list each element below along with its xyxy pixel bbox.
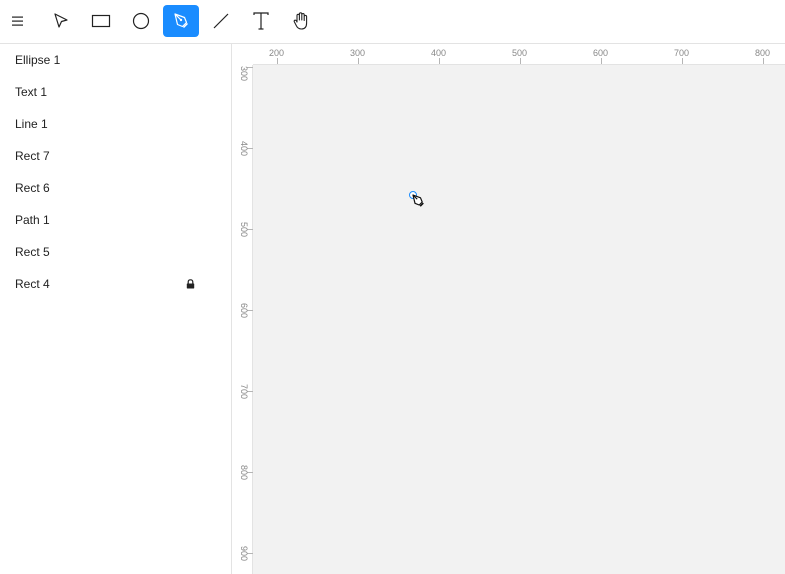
ruler-tick (763, 58, 764, 64)
layer-item[interactable]: Rect 4 (0, 268, 231, 300)
menu-button[interactable] (0, 5, 36, 37)
ruler-label: 400 (431, 48, 447, 58)
toolbar (0, 0, 785, 44)
layer-item[interactable]: Rect 5 (0, 236, 231, 268)
line-icon (213, 13, 229, 29)
text-tool-button[interactable] (243, 5, 279, 37)
horizontal-ruler[interactable]: 200 300 400 500 600 700 800 (253, 44, 785, 65)
ruler-label: 400 (239, 141, 249, 157)
ruler-label: 700 (674, 48, 690, 58)
ruler-label: 800 (755, 48, 771, 58)
layer-item[interactable]: Ellipse 1 (0, 44, 231, 76)
ruler-tick (277, 58, 278, 64)
ruler-label: 600 (593, 48, 609, 58)
layers-panel: Ellipse 1 Text 1 Line 1 Rect 7 Rect 6 Pa… (0, 44, 232, 574)
layer-label: Rect 7 (15, 149, 50, 163)
ruler-label: 600 (239, 303, 249, 319)
layer-item[interactable]: Path 1 (0, 204, 231, 236)
ruler-tick (439, 58, 440, 64)
ruler-label: 500 (239, 222, 249, 238)
ruler-label: 800 (239, 465, 249, 481)
text-icon (253, 12, 269, 30)
pen-cursor-icon (412, 194, 424, 207)
pen-tool-button[interactable] (163, 5, 199, 37)
ruler-tick (682, 58, 683, 64)
layer-label: Text 1 (15, 85, 48, 99)
menu-icon (12, 16, 23, 26)
ruler-tick (601, 58, 602, 64)
layer-item[interactable]: Line 1 (0, 108, 231, 140)
hand-tool-button[interactable] (283, 5, 319, 37)
ellipse-icon (132, 12, 150, 30)
layer-label: Rect 4 (15, 277, 50, 291)
lock-icon[interactable] (186, 279, 195, 289)
layer-item[interactable]: Text 1 (0, 76, 231, 108)
layer-label: Ellipse 1 (15, 53, 61, 67)
layer-item[interactable]: Rect 7 (0, 140, 231, 172)
rectangle-tool-button[interactable] (83, 5, 119, 37)
layer-label: Rect 6 (15, 181, 50, 195)
ellipse-tool-button[interactable] (123, 5, 159, 37)
select-arrow-icon (54, 13, 68, 28)
vertical-ruler[interactable]: 300 400 500 600 700 800 900 (233, 65, 253, 574)
layer-label: Rect 5 (15, 245, 50, 259)
ruler-label: 300 (350, 48, 366, 58)
canvas-area[interactable]: 200 300 400 500 600 700 800 300 400 500 … (233, 44, 785, 574)
ruler-tick (358, 58, 359, 64)
rectangle-icon (91, 14, 111, 28)
layer-label: Line 1 (15, 117, 48, 131)
layer-label: Path 1 (15, 213, 50, 227)
ruler-label: 900 (239, 546, 249, 562)
ruler-tick (520, 58, 521, 64)
pen-icon (174, 13, 188, 28)
ruler-label: 300 (239, 66, 249, 82)
ruler-label: 500 (512, 48, 528, 58)
ruler-corner (233, 44, 253, 65)
drawing-canvas[interactable] (253, 65, 785, 574)
select-tool-button[interactable] (43, 5, 79, 37)
layer-item[interactable]: Rect 6 (0, 172, 231, 204)
hand-icon (293, 12, 308, 30)
ruler-label: 200 (269, 48, 285, 58)
ruler-label: 700 (239, 384, 249, 400)
line-tool-button[interactable] (203, 5, 239, 37)
